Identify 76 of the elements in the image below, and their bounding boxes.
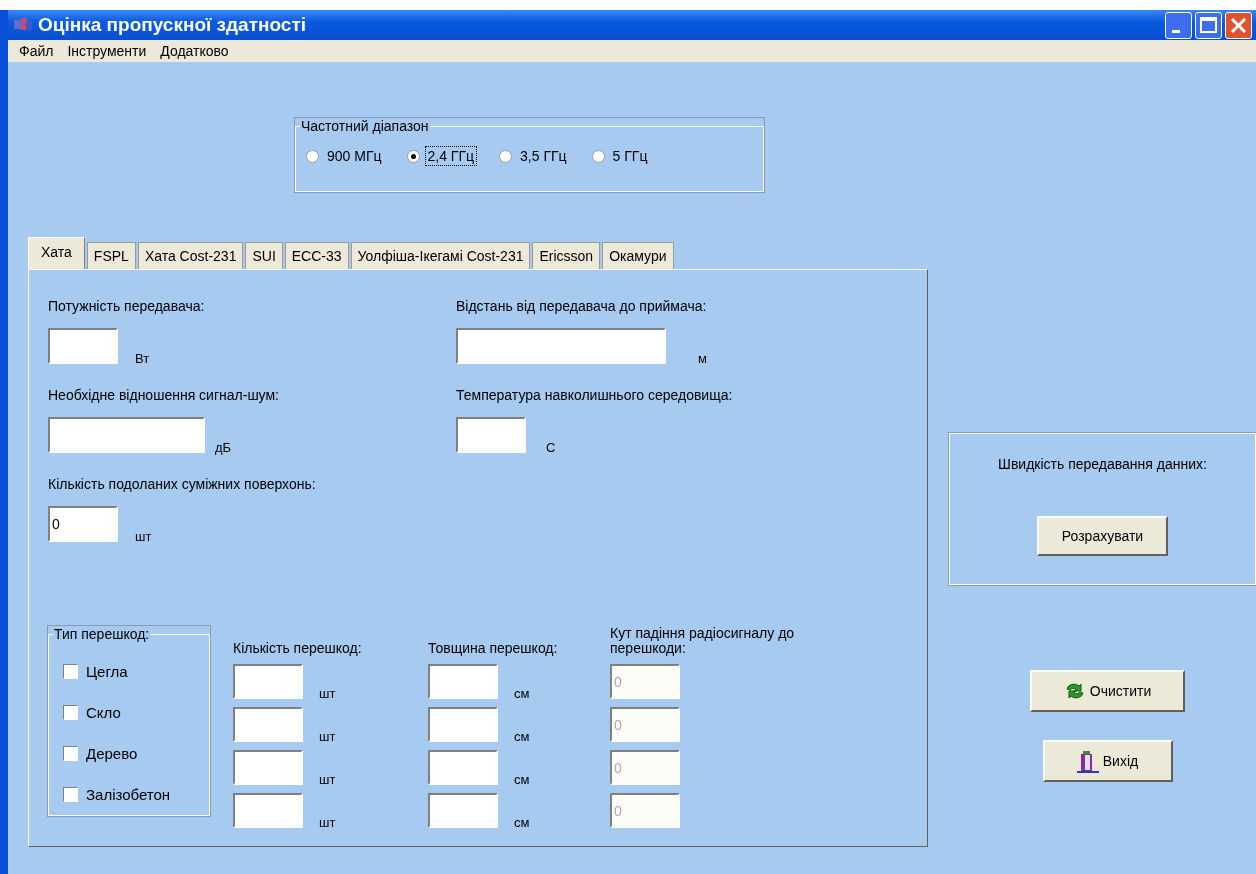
group-title: Тип перешкод: bbox=[53, 626, 151, 642]
input-field[interactable] bbox=[428, 750, 498, 785]
tab[interactable]: Окамури bbox=[602, 242, 674, 269]
minimize-icon bbox=[1171, 29, 1180, 33]
tab[interactable]: SUI bbox=[245, 242, 283, 269]
input-field[interactable] bbox=[428, 793, 498, 828]
unit-label: шт bbox=[319, 686, 336, 701]
field-label: Потужність передавача: bbox=[48, 298, 206, 314]
tab[interactable]: Хата bbox=[28, 237, 85, 269]
checkbox[interactable] bbox=[63, 705, 78, 720]
group-title: Частотний діапазон bbox=[300, 118, 430, 134]
door-icon bbox=[1076, 749, 1099, 773]
unit-label: С bbox=[546, 440, 556, 455]
tab[interactable]: Хата Cost-231 bbox=[137, 242, 244, 269]
input-field[interactable]: 0 bbox=[48, 506, 118, 542]
close-button[interactable] bbox=[1225, 11, 1252, 39]
field-label: Температура навколишнього середовища: bbox=[456, 387, 734, 403]
input-field[interactable] bbox=[428, 707, 498, 742]
app-icon bbox=[14, 18, 32, 32]
checkbox-label[interactable]: Залізобетон bbox=[86, 786, 171, 803]
input-field[interactable] bbox=[456, 417, 526, 453]
unit-label: шт bbox=[135, 529, 152, 544]
radio-button[interactable] bbox=[499, 149, 513, 163]
input-field[interactable] bbox=[456, 328, 666, 364]
unit-label: м bbox=[698, 351, 707, 366]
field-label: Необхідне відношення сигнал-шум: bbox=[48, 387, 280, 403]
field-label: Кількість подоланих суміжних поверхонь: bbox=[48, 476, 317, 492]
calculate-button[interactable]: Розрахувати bbox=[1037, 516, 1168, 556]
tab[interactable]: FSPL bbox=[86, 242, 136, 269]
input-field[interactable] bbox=[233, 750, 303, 785]
exit-button[interactable]: Вихід bbox=[1042, 740, 1173, 782]
checkbox[interactable] bbox=[63, 787, 78, 802]
radio-label[interactable]: 3,5 ГГц bbox=[517, 146, 570, 166]
menu-item[interactable]: Файл bbox=[12, 43, 61, 59]
input-field[interactable] bbox=[233, 707, 303, 742]
radio-button[interactable] bbox=[306, 149, 319, 163]
field-label: Відстань від передавача до приймача: bbox=[456, 298, 708, 314]
input-field[interactable] bbox=[233, 664, 303, 699]
close-icon bbox=[1231, 17, 1246, 33]
minimize-button[interactable] bbox=[1165, 11, 1192, 39]
unit-label: см bbox=[514, 815, 530, 830]
menu-item[interactable]: Інструменти bbox=[60, 43, 154, 59]
checkbox-label[interactable]: Скло bbox=[86, 704, 121, 721]
radio-button[interactable] bbox=[406, 149, 420, 163]
unit-label: см bbox=[514, 772, 530, 787]
unit-label: шт bbox=[319, 815, 336, 830]
tab[interactable]: ECC-33 bbox=[284, 242, 349, 269]
input-field[interactable] bbox=[233, 793, 303, 828]
checkbox[interactable] bbox=[63, 664, 78, 679]
radio-label[interactable]: 5 ГГц bbox=[609, 146, 651, 166]
unit-label: дБ bbox=[215, 440, 232, 455]
radio-label[interactable]: 900 МГц bbox=[324, 146, 385, 166]
unit-label: см bbox=[514, 686, 530, 701]
input-field[interactable] bbox=[48, 328, 118, 364]
result-label: Швидкість передавання данних: bbox=[998, 456, 1207, 472]
unit-label: Вт bbox=[135, 351, 150, 366]
radio-label[interactable]: 2,4 ГГц bbox=[424, 146, 478, 166]
window-title: Оцінка пропускної здатності bbox=[38, 14, 307, 36]
column-header: Кількість перешкод: bbox=[233, 639, 363, 656]
unit-label: шт bbox=[319, 772, 336, 787]
radio-button[interactable] bbox=[591, 149, 605, 163]
checkbox-label[interactable]: Дерево bbox=[86, 745, 138, 762]
input-field[interactable] bbox=[428, 664, 498, 699]
checkbox[interactable] bbox=[63, 746, 78, 761]
maximize-button[interactable] bbox=[1195, 11, 1222, 39]
tab[interactable]: Ericsson bbox=[532, 242, 601, 269]
input-field[interactable] bbox=[48, 417, 205, 453]
unit-label: см bbox=[514, 729, 530, 744]
checkbox-label[interactable]: Цегла bbox=[86, 663, 128, 680]
clear-button[interactable]: Очистити bbox=[1030, 670, 1185, 712]
unit-label: шт bbox=[319, 729, 336, 744]
column-header: Кут падіння радіосигналу до перешкоди: bbox=[610, 624, 796, 656]
maximize-icon bbox=[1200, 17, 1217, 33]
menu-item[interactable]: Додатково bbox=[153, 43, 236, 59]
tab[interactable]: Уолфіша-Ікегамі Cost-231 bbox=[350, 242, 531, 269]
column-header: Товщина перешкод: bbox=[428, 639, 559, 656]
